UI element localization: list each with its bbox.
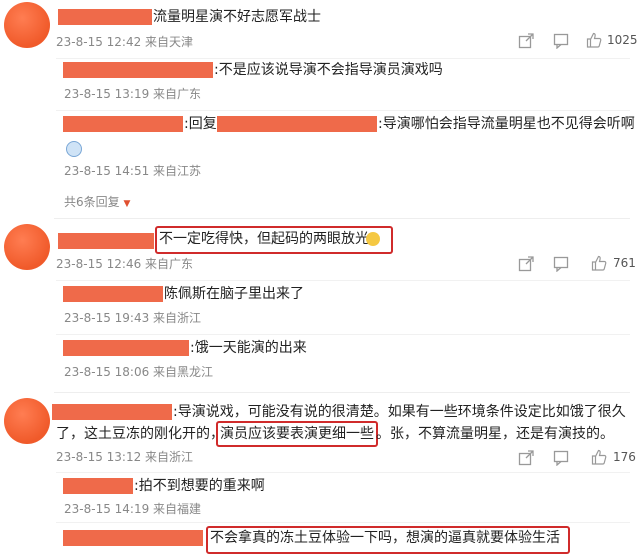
comment-meta: 23-8-15 12:46 来自广东	[56, 257, 194, 271]
like-icon[interactable]	[591, 449, 607, 465]
comment-text-line2a: 了，这土豆冻的刚化开的，	[56, 426, 224, 442]
comment-text-highlight: 演员应该要表演更细一些	[220, 426, 374, 442]
redacted-username[interactable]	[58, 233, 154, 249]
reply-text: :导演哪怕会指导流量明星也不见得会听啊	[378, 116, 635, 132]
reply-text: :不是应该说导演不会指导演员演戏吗	[214, 62, 443, 78]
redacted-username[interactable]	[52, 404, 172, 420]
like-count: 761	[613, 256, 636, 270]
reply-meta: 23-8-15 14:51 来自江苏	[64, 164, 202, 178]
reply-meta: 23-8-15 18:06 来自黑龙江	[64, 365, 214, 379]
reply-meta: 23-8-15 19:43 来自浙江	[64, 311, 202, 325]
avatar[interactable]	[4, 398, 50, 444]
comment-icon[interactable]	[553, 450, 569, 466]
comment-meta: 23-8-15 13:12 来自浙江	[56, 450, 194, 464]
more-replies-link[interactable]: 共6条回复 ▼	[64, 193, 130, 210]
redacted-username[interactable]	[217, 116, 377, 132]
reply-meta: 23-8-15 14:19 来自福建	[64, 502, 202, 516]
reply-text: :拍不到想要的重来啊	[134, 478, 265, 494]
reply-text: 陈佩斯在脑子里出来了	[164, 286, 304, 302]
comment-text-line1: :导演说戏，可能没有说的很清楚。如果有一些环境条件设定比如饿了很久	[173, 404, 626, 420]
share-icon[interactable]	[518, 450, 534, 466]
like-count: 176	[613, 450, 636, 464]
redacted-username[interactable]	[58, 9, 152, 25]
like-icon[interactable]	[586, 32, 602, 48]
comment-text: 流量明星演不好志愿军战士	[153, 9, 321, 25]
comment-meta: 23-8-15 12:42 来自天津	[56, 35, 194, 49]
avatar[interactable]	[4, 224, 50, 270]
comment-icon[interactable]	[553, 256, 569, 272]
redacted-username[interactable]	[63, 340, 189, 356]
comment-text-line2c: 。张，不算流量明星，还是有演技的。	[376, 426, 614, 442]
redacted-username[interactable]	[63, 62, 213, 78]
chevron-down-icon: ▼	[123, 199, 131, 209]
comment-text: 不一定吃得快，但起码的两眼放光	[159, 231, 369, 247]
reply-meta: 23-8-15 13:19 来自广东	[64, 87, 202, 101]
reply-text: 不会拿真的冻土豆体验一下吗，想演的逼真就要体验生活	[210, 530, 560, 546]
reply-text: :饿一天能演的出来	[190, 340, 307, 356]
grin-emoji-icon	[366, 232, 380, 246]
more-replies-label: 共6条回复	[64, 195, 120, 209]
like-count: 1025	[607, 33, 638, 47]
redacted-username[interactable]	[63, 116, 183, 132]
comment-icon[interactable]	[553, 33, 569, 49]
reply-prefix: :回复	[184, 116, 217, 132]
redacted-username[interactable]	[63, 286, 163, 302]
share-icon[interactable]	[518, 256, 534, 272]
redacted-username[interactable]	[63, 478, 133, 494]
reply-emoji-icon	[66, 141, 82, 157]
like-icon[interactable]	[591, 255, 607, 271]
redacted-username[interactable]	[63, 530, 203, 546]
avatar[interactable]	[4, 2, 50, 48]
share-icon[interactable]	[518, 33, 534, 49]
